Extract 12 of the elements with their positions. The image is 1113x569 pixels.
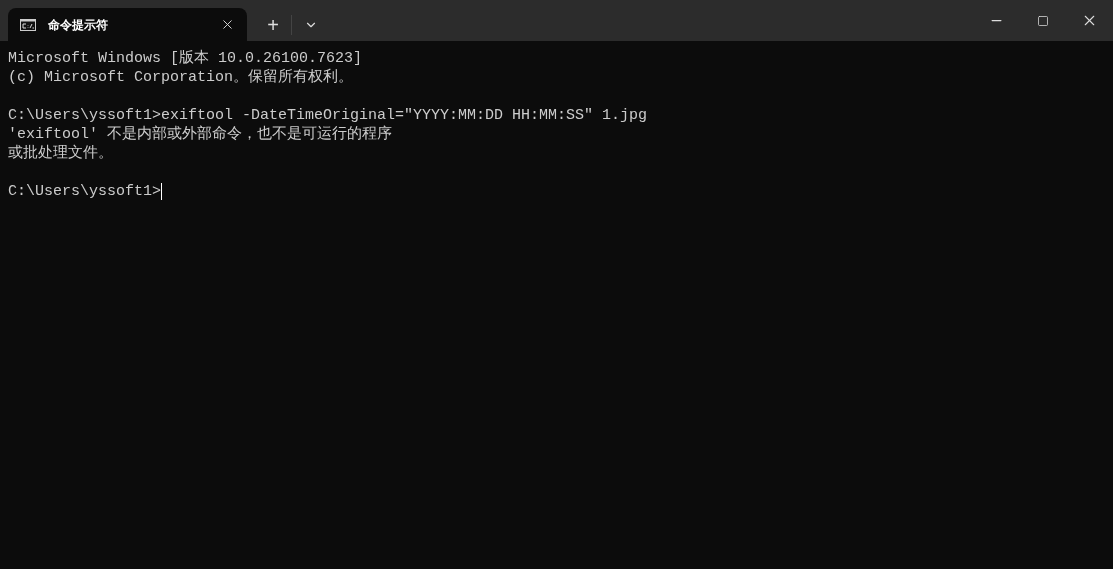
console-line: C:\Users\yssoft1>exiftool -DateTimeOriginal="YYYY:MM:DD HH:MM:SS" 1.jpg [8,106,648,125]
tab[interactable]: 命令提示符 [8,8,247,41]
terminal-icon [20,18,36,31]
tab-title: 命令提示符 [48,16,109,34]
console-line: Microsoft Windows [版本 10.0.26100.7623] [8,49,363,68]
console-line: C:\Users\yssoft1> [8,182,162,201]
console-line: (c) Microsoft Corporation。保留所有权利。 [8,68,354,87]
console-line: 'exiftool' 不是内部或外部命令，也不是可运行的程序 [8,125,393,144]
new-tab-button[interactable]: + [259,10,287,39]
close-icon[interactable] [220,17,235,32]
console-line: 或批处理文件。 [8,144,113,163]
maximize-icon[interactable] [1037,14,1049,27]
